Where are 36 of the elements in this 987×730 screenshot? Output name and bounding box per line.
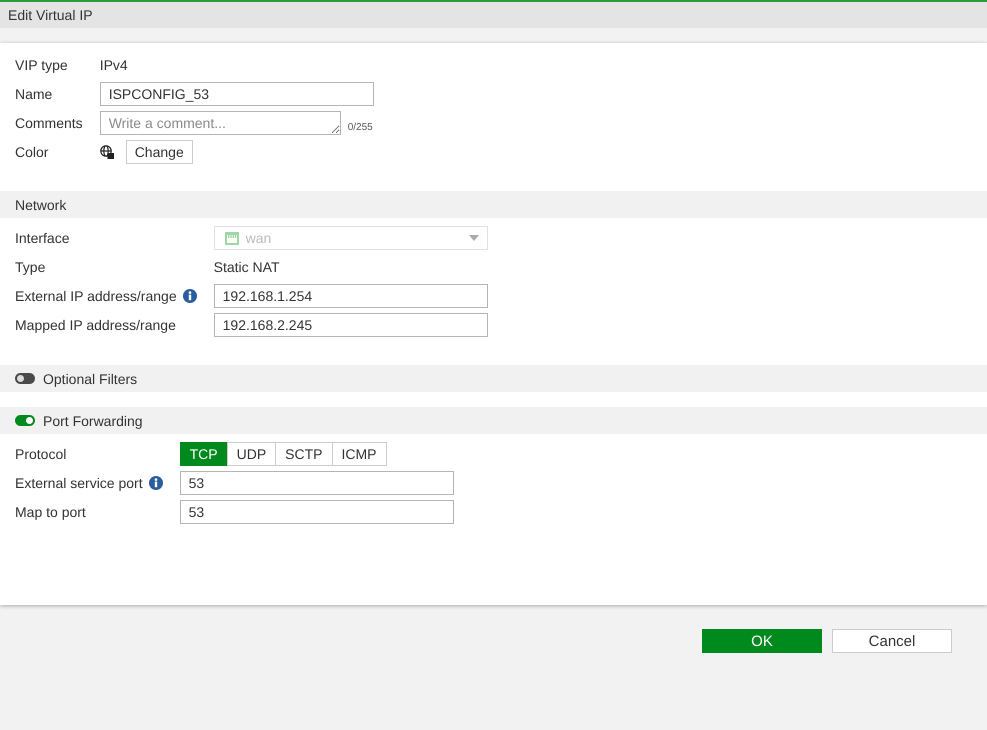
field-label: Name (15, 86, 52, 102)
window-title: Edit Virtual IP (8, 7, 93, 23)
protocol-option[interactable]: TCP (180, 442, 228, 466)
text-input[interactable]: 192.168.1.254 (214, 284, 488, 308)
text-input[interactable]: 192.168.2.245 (214, 313, 488, 337)
field-label: External service port (15, 475, 143, 491)
field-label: VIP type (15, 57, 68, 73)
field-label: External IP address/range (15, 288, 177, 304)
comment-field[interactable]: Write a comment... (100, 111, 341, 135)
toggle-switch[interactable] (15, 373, 35, 384)
section-title: Port Forwarding (43, 412, 143, 428)
caret-icon (468, 235, 479, 241)
field-label: Protocol (15, 446, 66, 462)
protocol-option[interactable]: UDP (226, 442, 276, 466)
field-label: Type (15, 259, 46, 275)
ethernet-port-icon (224, 232, 239, 244)
ok-button[interactable]: OK (702, 629, 822, 653)
cancel-button[interactable]: Cancel (832, 629, 952, 653)
field-value: Static NAT (214, 258, 280, 277)
protocol-option[interactable]: ICMP (332, 442, 387, 466)
field-label: Interface (15, 230, 70, 246)
field-value: IPv4 (100, 56, 128, 75)
field-label: Mapped IP address/range (15, 317, 176, 333)
toggle-switch[interactable] (15, 415, 35, 426)
text-input[interactable]: 53 (180, 500, 454, 524)
field-label: Comments (15, 115, 83, 131)
change-button[interactable]: Change (126, 140, 193, 164)
globe-icon (100, 145, 114, 159)
field-label: Map to port (15, 504, 86, 520)
section-title: Network (15, 196, 66, 212)
protocol-option[interactable]: SCTP (275, 442, 333, 466)
character-counter: 0/255 (348, 122, 373, 134)
text-input[interactable]: 53 (180, 471, 454, 495)
section-title: Optional Filters (43, 370, 138, 386)
field-label: Color (15, 144, 48, 160)
text-input[interactable]: ISPCONFIG_53 (100, 82, 374, 106)
